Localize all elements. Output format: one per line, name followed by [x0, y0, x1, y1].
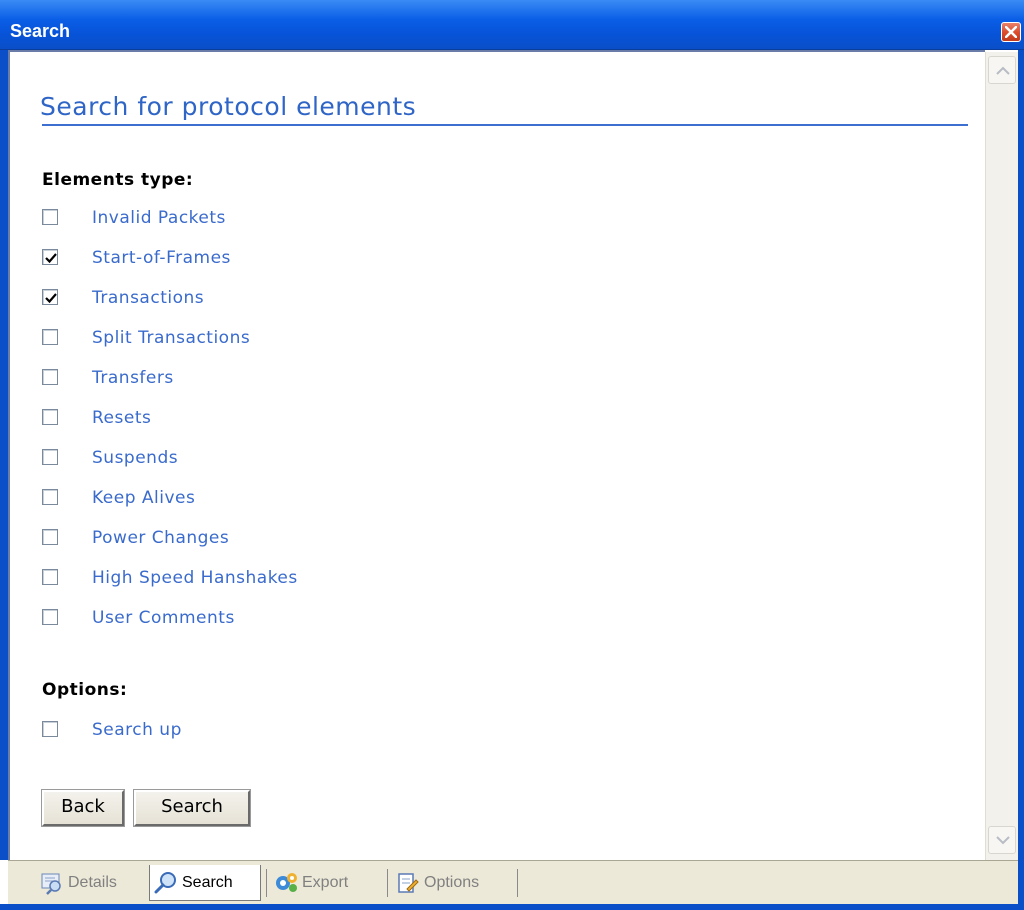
checkbox-option[interactable]: Power Changes	[42, 526, 642, 552]
checkbox-option[interactable]: Keep Alives	[42, 486, 642, 512]
checkbox-option[interactable]: Suspends	[42, 446, 642, 472]
title-divider	[42, 124, 968, 126]
checkbox-label: Keep Alives	[92, 488, 196, 508]
tab-details-label: Details	[68, 874, 117, 891]
tab-separator	[517, 869, 518, 897]
tab-search[interactable]: Search	[149, 865, 261, 901]
tab-export[interactable]: Export	[270, 865, 382, 901]
scroll-up-button[interactable]	[988, 56, 1016, 84]
window-frame-left	[0, 50, 8, 860]
tab-details[interactable]: Details	[36, 865, 146, 901]
elements-type-heading: Elements type:	[42, 170, 194, 190]
checkbox-label: User Comments	[92, 608, 235, 628]
checkbox-label: Suspends	[92, 448, 179, 468]
checkbox[interactable]	[42, 329, 58, 345]
search-button[interactable]: Search	[133, 789, 251, 827]
details-icon	[41, 873, 61, 895]
tab-separator	[266, 869, 267, 897]
search-icon	[154, 872, 176, 894]
checkbox-label: Start-of-Frames	[92, 248, 231, 268]
close-button[interactable]	[1001, 22, 1021, 42]
checkbox-option[interactable]: User Comments	[42, 606, 642, 632]
checkbox[interactable]	[42, 609, 58, 625]
options-heading: Options:	[42, 680, 128, 700]
chevron-down-icon	[996, 836, 1010, 845]
checkbox[interactable]	[42, 209, 58, 225]
export-icon	[276, 873, 297, 892]
checkbox[interactable]	[42, 569, 58, 585]
checkmark-icon	[45, 293, 57, 304]
title-bar: Search	[0, 0, 1024, 50]
checkbox-option[interactable]: Search up	[42, 718, 642, 744]
checkbox-option[interactable]: Resets	[42, 406, 642, 432]
window-frame-bottom	[0, 904, 1024, 910]
checkbox[interactable]	[42, 449, 58, 465]
bottom-tab-bar: Details Search Export Options	[8, 860, 1018, 904]
tab-search-label: Search	[182, 874, 233, 891]
search-panel: Search for protocol elements Elements ty…	[8, 50, 985, 860]
checkbox-label: Invalid Packets	[92, 208, 226, 228]
page-title: Search for protocol elements	[40, 92, 417, 121]
checkbox[interactable]	[42, 249, 58, 265]
checkbox-label: Split Transactions	[92, 328, 251, 348]
checkbox-label: Transactions	[92, 288, 205, 308]
checkbox-label: High Speed Hanshakes	[92, 568, 298, 588]
back-button[interactable]: Back	[41, 789, 125, 827]
checkbox-label: Search up	[92, 720, 182, 740]
tab-options-label: Options	[424, 874, 480, 891]
checkbox-label: Resets	[92, 408, 152, 428]
close-icon	[1005, 26, 1017, 38]
checkmark-icon	[45, 253, 57, 264]
scroll-down-button[interactable]	[988, 826, 1016, 854]
checkbox[interactable]	[42, 289, 58, 305]
checkbox[interactable]	[42, 409, 58, 425]
checkbox-option[interactable]: Transfers	[42, 366, 642, 392]
checkbox[interactable]	[42, 529, 58, 545]
tab-export-label: Export	[302, 874, 349, 891]
checkbox[interactable]	[42, 369, 58, 385]
vertical-scrollbar[interactable]	[985, 52, 1018, 860]
checkbox-option[interactable]: Split Transactions	[42, 326, 642, 352]
tab-separator	[387, 869, 388, 897]
checkbox[interactable]	[42, 489, 58, 505]
window-title: Search	[10, 21, 71, 41]
checkbox-option[interactable]: High Speed Hanshakes	[42, 566, 642, 592]
tab-options[interactable]: Options	[392, 865, 512, 901]
window-frame-right	[1018, 50, 1024, 910]
chevron-up-icon	[996, 66, 1010, 75]
checkbox-option[interactable]: Invalid Packets	[42, 206, 642, 232]
checkbox-label: Transfers	[92, 368, 174, 388]
checkbox-option[interactable]: Transactions	[42, 286, 642, 312]
checkbox-label: Power Changes	[92, 528, 230, 548]
options-icon	[398, 873, 419, 893]
checkbox-option[interactable]: Start-of-Frames	[42, 246, 642, 272]
checkbox[interactable]	[42, 721, 58, 737]
